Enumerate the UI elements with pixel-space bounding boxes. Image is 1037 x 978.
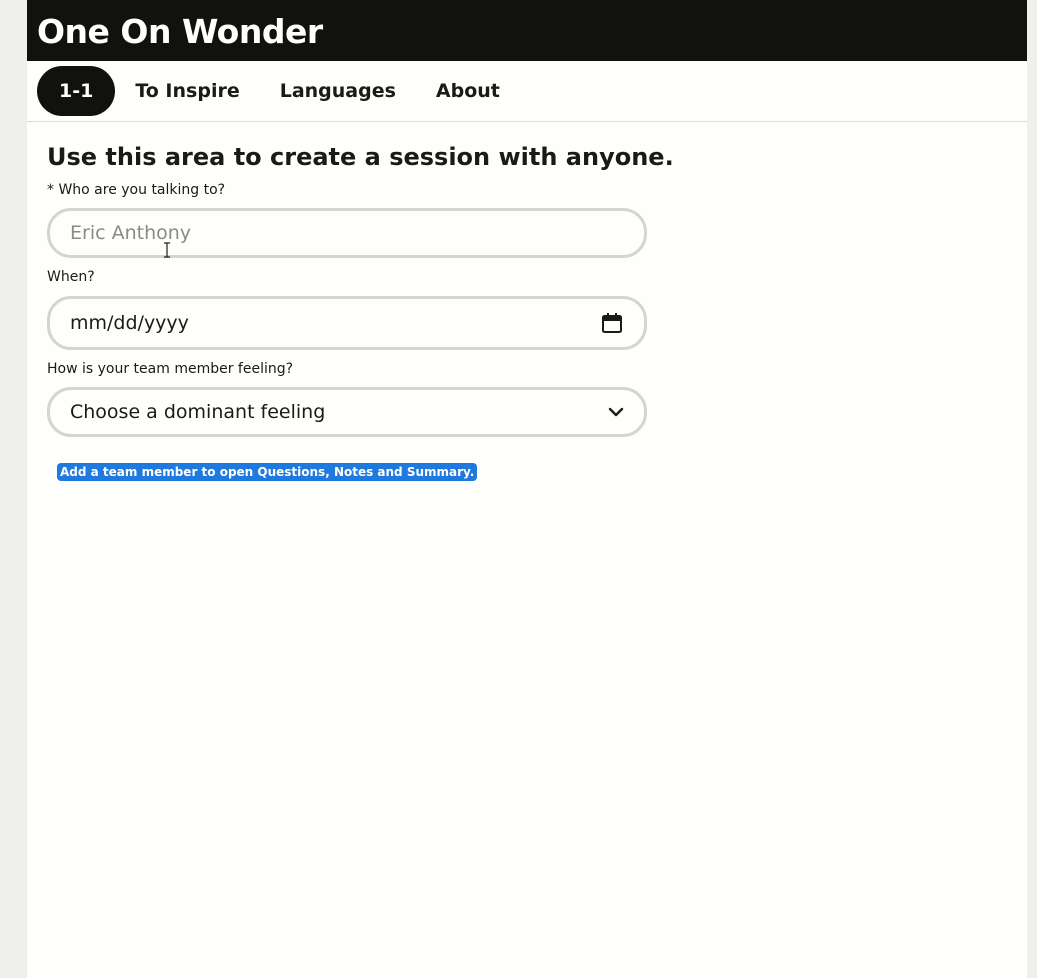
text-cursor-icon [164, 242, 170, 258]
main-nav: 1-1 To Inspire Languages About [27, 61, 1027, 122]
hint-badge: Add a team member to open Questions, Not… [57, 463, 478, 481]
who-label: * Who are you talking to? [47, 182, 226, 198]
who-field-wrapper [47, 208, 647, 258]
feeling-selected-value: Choose a dominant feeling [70, 401, 326, 423]
page-title: Use this area to create a session with a… [47, 143, 674, 171]
feeling-label: How is your team member feeling? [47, 361, 294, 377]
app-title: One On Wonder [37, 12, 323, 51]
tab-about[interactable]: About [416, 66, 520, 116]
app-header: One On Wonder [27, 0, 1027, 61]
when-date-field[interactable]: mm/dd/yyyy [47, 296, 647, 350]
app-window: One On Wonder 1-1 To Inspire Languages A… [27, 0, 1027, 978]
who-input[interactable] [70, 222, 624, 244]
feeling-select[interactable]: Choose a dominant feeling [47, 387, 647, 437]
chevron-down-icon [608, 407, 624, 417]
tab-1-1[interactable]: 1-1 [37, 66, 116, 116]
calendar-icon[interactable] [600, 311, 624, 335]
tab-languages[interactable]: Languages [260, 66, 416, 116]
session-form: Use this area to create a session with a… [27, 122, 1027, 481]
when-label: When? [47, 269, 95, 285]
tab-to-inspire[interactable]: To Inspire [115, 66, 259, 116]
date-value: mm/dd/yyyy [70, 312, 189, 334]
